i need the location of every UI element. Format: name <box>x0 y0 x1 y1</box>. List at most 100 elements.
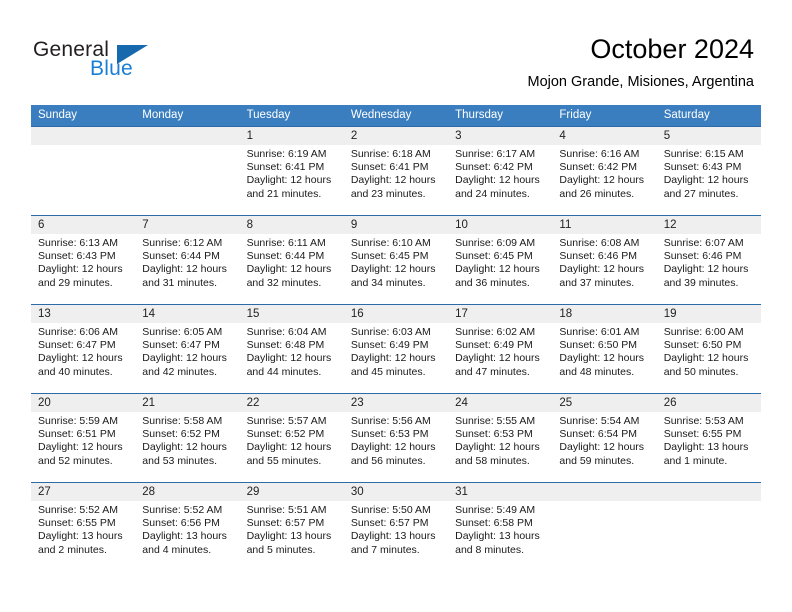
daylight-text-line2: and 56 minutes. <box>350 454 426 467</box>
sunset-text: Sunset: 6:43 PM <box>663 161 742 174</box>
daylight-text-line1: Daylight: 12 hours <box>350 441 436 454</box>
day-info: Sunrise: 6:18 AM Sunset: 6:41 PM Dayligh… <box>351 148 448 201</box>
sunrise-text: Sunrise: 6:08 AM <box>559 237 640 249</box>
day-number: 7 <box>142 219 149 231</box>
sunset-text: Sunset: 6:57 PM <box>350 517 429 530</box>
day-cell[interactable]: 22 Sunrise: 5:57 AM Sunset: 6:52 PM Dayl… <box>240 394 344 482</box>
sunrise-text: Sunrise: 5:50 AM <box>350 504 431 516</box>
day-cell[interactable]: 6 Sunrise: 6:13 AM Sunset: 6:43 PM Dayli… <box>31 216 135 304</box>
sunset-text: Sunset: 6:52 PM <box>246 428 325 441</box>
day-number: 19 <box>663 308 677 320</box>
day-number: 3 <box>455 130 462 142</box>
daylight-text-line1: Daylight: 13 hours <box>663 441 749 454</box>
day-cell[interactable]: 12 Sunrise: 6:07 AM Sunset: 6:46 PM Dayl… <box>657 216 761 304</box>
day-info: Sunrise: 6:16 AM Sunset: 6:42 PM Dayligh… <box>559 148 656 201</box>
daylight-text-line1: Daylight: 12 hours <box>455 441 540 454</box>
sunset-text: Sunset: 6:45 PM <box>350 250 429 263</box>
day-cell[interactable]: 14 Sunrise: 6:05 AM Sunset: 6:47 PM Dayl… <box>135 305 239 393</box>
day-info: Sunrise: 6:11 AM Sunset: 6:44 PM Dayligh… <box>247 237 344 290</box>
day-info: Sunrise: 5:51 AM Sunset: 6:57 PM Dayligh… <box>247 504 344 557</box>
day-cell[interactable]: 25 Sunrise: 5:54 AM Sunset: 6:54 PM Dayl… <box>552 394 656 482</box>
day-cell[interactable] <box>135 127 239 215</box>
logo-text-blue: Blue <box>90 57 133 80</box>
day-cell[interactable]: 11 Sunrise: 6:08 AM Sunset: 6:46 PM Dayl… <box>552 216 656 304</box>
day-cell[interactable]: 28 Sunrise: 5:52 AM Sunset: 6:56 PM Dayl… <box>135 483 239 571</box>
day-info: Sunrise: 6:10 AM Sunset: 6:45 PM Dayligh… <box>351 237 448 290</box>
day-info: Sunrise: 5:50 AM Sunset: 6:57 PM Dayligh… <box>351 504 448 557</box>
day-number: 10 <box>455 219 468 231</box>
daylight-text-line2: and 24 minutes. <box>455 187 530 200</box>
sunset-text: Sunset: 6:55 PM <box>663 428 742 441</box>
sunrise-text: Sunrise: 5:49 AM <box>455 504 536 516</box>
day-cell[interactable]: 9 Sunrise: 6:10 AM Sunset: 6:45 PM Dayli… <box>344 216 448 304</box>
day-cell[interactable]: 13 Sunrise: 6:06 AM Sunset: 6:47 PM Dayl… <box>31 305 135 393</box>
day-cell[interactable]: 24 Sunrise: 5:55 AM Sunset: 6:53 PM Dayl… <box>448 394 552 482</box>
sunrise-text: Sunrise: 6:06 AM <box>38 326 118 338</box>
daylight-text-line1: Daylight: 12 hours <box>246 174 332 187</box>
daylight-text-line1: Daylight: 12 hours <box>246 441 332 454</box>
day-cell[interactable]: 10 Sunrise: 6:09 AM Sunset: 6:45 PM Dayl… <box>448 216 552 304</box>
day-cell[interactable]: 8 Sunrise: 6:11 AM Sunset: 6:44 PM Dayli… <box>240 216 344 304</box>
day-cell[interactable]: 3 Sunrise: 6:17 AM Sunset: 6:42 PM Dayli… <box>448 127 552 215</box>
week-row: 27 Sunrise: 5:52 AM Sunset: 6:55 PM Dayl… <box>31 482 761 571</box>
sunrise-text: Sunrise: 5:52 AM <box>142 504 223 516</box>
daylight-text-line1: Daylight: 12 hours <box>246 263 332 276</box>
daylight-text-line2: and 37 minutes. <box>559 276 635 289</box>
day-cell[interactable] <box>31 127 135 215</box>
calendar-grid: Sunday Monday Tuesday Wednesday Thursday… <box>31 105 761 571</box>
general-blue-logo[interactable]: General Blue <box>33 38 173 88</box>
day-number: 17 <box>455 308 468 320</box>
daylight-text-line2: and 50 minutes. <box>663 365 739 378</box>
day-cell[interactable]: 27 Sunrise: 5:52 AM Sunset: 6:55 PM Dayl… <box>31 483 135 571</box>
day-cell[interactable]: 2 Sunrise: 6:18 AM Sunset: 6:41 PM Dayli… <box>344 127 448 215</box>
day-cell[interactable]: 31 Sunrise: 5:49 AM Sunset: 6:58 PM Dayl… <box>448 483 552 571</box>
day-cell[interactable]: 19 Sunrise: 6:00 AM Sunset: 6:50 PM Dayl… <box>657 305 761 393</box>
day-number: 20 <box>38 397 51 409</box>
daylight-text-line2: and 34 minutes. <box>350 276 426 289</box>
day-cell[interactable]: 7 Sunrise: 6:12 AM Sunset: 6:44 PM Dayli… <box>135 216 239 304</box>
day-cell[interactable]: 5 Sunrise: 6:15 AM Sunset: 6:43 PM Dayli… <box>657 127 761 215</box>
day-info: Sunrise: 6:17 AM Sunset: 6:42 PM Dayligh… <box>455 148 552 201</box>
day-cell[interactable] <box>657 483 761 571</box>
daylight-text-line2: and 47 minutes. <box>455 365 530 378</box>
sunset-text: Sunset: 6:42 PM <box>559 161 638 174</box>
calendar-page: General Blue October 2024 Mojon Grande, … <box>0 0 792 612</box>
sunrise-text: Sunrise: 6:17 AM <box>455 148 536 160</box>
daylight-text-line1: Daylight: 12 hours <box>559 263 645 276</box>
day-cell[interactable]: 15 Sunrise: 6:04 AM Sunset: 6:48 PM Dayl… <box>240 305 344 393</box>
day-cell[interactable]: 23 Sunrise: 5:56 AM Sunset: 6:53 PM Dayl… <box>344 394 448 482</box>
day-info: Sunrise: 6:04 AM Sunset: 6:48 PM Dayligh… <box>247 326 344 379</box>
day-cell[interactable]: 16 Sunrise: 6:03 AM Sunset: 6:49 PM Dayl… <box>344 305 448 393</box>
daylight-text-line1: Daylight: 13 hours <box>455 530 540 543</box>
day-cell[interactable]: 4 Sunrise: 6:16 AM Sunset: 6:42 PM Dayli… <box>552 127 656 215</box>
daylight-text-line1: Daylight: 13 hours <box>142 530 227 543</box>
day-cell[interactable] <box>552 483 656 571</box>
day-cell[interactable]: 18 Sunrise: 6:01 AM Sunset: 6:50 PM Dayl… <box>552 305 656 393</box>
daylight-text-line2: and 58 minutes. <box>455 454 530 467</box>
day-cell[interactable]: 30 Sunrise: 5:50 AM Sunset: 6:57 PM Dayl… <box>344 483 448 571</box>
day-cell[interactable]: 26 Sunrise: 5:53 AM Sunset: 6:55 PM Dayl… <box>657 394 761 482</box>
day-number: 26 <box>663 397 677 409</box>
day-cell[interactable]: 1 Sunrise: 6:19 AM Sunset: 6:41 PM Dayli… <box>240 127 344 215</box>
day-number: 8 <box>246 219 253 231</box>
sunset-text: Sunset: 6:43 PM <box>38 250 116 263</box>
sunset-text: Sunset: 6:47 PM <box>38 339 116 352</box>
sunrise-text: Sunrise: 6:10 AM <box>350 237 431 249</box>
daylight-text-line2: and 42 minutes. <box>142 365 217 378</box>
daylight-text-line1: Daylight: 12 hours <box>663 174 749 187</box>
day-cell[interactable]: 20 Sunrise: 5:59 AM Sunset: 6:51 PM Dayl… <box>31 394 135 482</box>
day-info: Sunrise: 5:53 AM Sunset: 6:55 PM Dayligh… <box>664 415 761 468</box>
day-cell[interactable]: 21 Sunrise: 5:58 AM Sunset: 6:52 PM Dayl… <box>135 394 239 482</box>
day-number: 30 <box>350 486 364 498</box>
daylight-text-line2: and 5 minutes. <box>246 543 316 556</box>
day-info: Sunrise: 6:12 AM Sunset: 6:44 PM Dayligh… <box>142 237 239 290</box>
sunrise-text: Sunrise: 5:54 AM <box>559 415 640 427</box>
day-number: 22 <box>246 397 260 409</box>
day-cell[interactable]: 17 Sunrise: 6:02 AM Sunset: 6:49 PM Dayl… <box>448 305 552 393</box>
day-info: Sunrise: 6:07 AM Sunset: 6:46 PM Dayligh… <box>664 237 761 290</box>
day-number: 6 <box>38 219 45 231</box>
sunrise-text: Sunrise: 6:04 AM <box>246 326 327 338</box>
day-info: Sunrise: 6:13 AM Sunset: 6:43 PM Dayligh… <box>38 237 135 290</box>
day-cell[interactable]: 29 Sunrise: 5:51 AM Sunset: 6:57 PM Dayl… <box>240 483 344 571</box>
sunset-text: Sunset: 6:41 PM <box>246 161 325 174</box>
